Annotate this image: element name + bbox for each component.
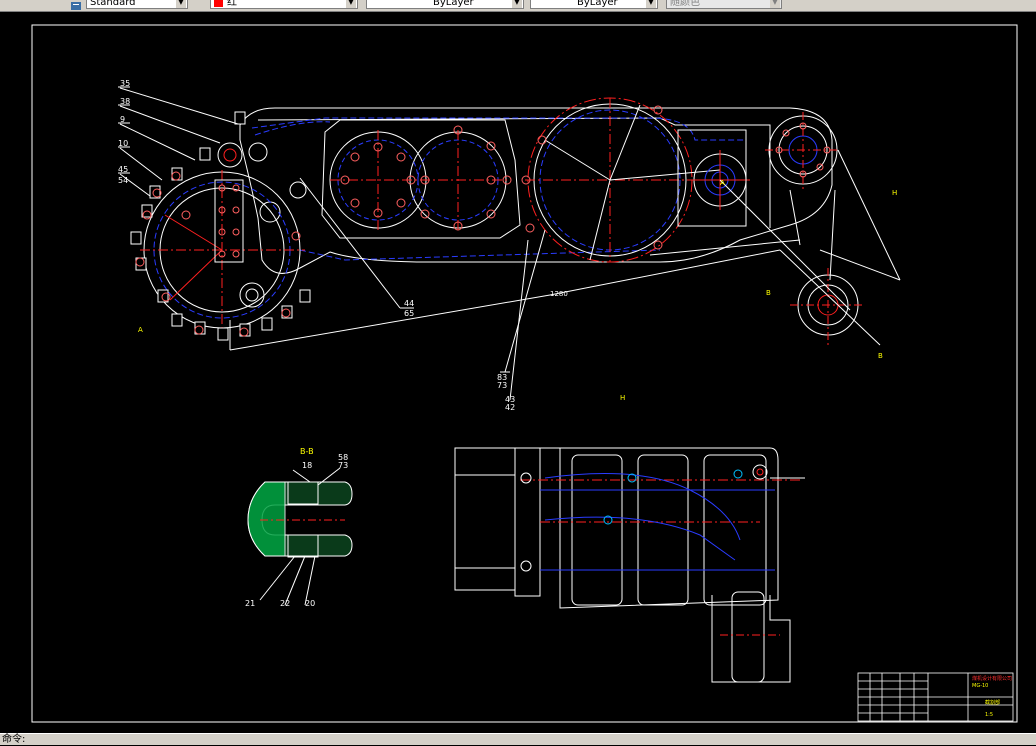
title-company: 煤机设计有限公司 <box>972 675 1012 682</box>
callout-20: 20 <box>305 599 315 608</box>
callout-45: 45 <box>118 165 128 174</box>
callout-35: 35 <box>120 79 130 88</box>
callout-44: 44 <box>404 299 414 308</box>
command-line[interactable]: 命令: <box>0 733 1036 745</box>
view-label-h-top: H <box>892 189 897 197</box>
section-label: B-B <box>300 447 314 456</box>
chevron-down-icon: ▼ <box>512 0 522 8</box>
linetype-value: ByLayer <box>433 0 474 8</box>
label-a: A <box>720 179 725 187</box>
color-swatch <box>214 0 223 7</box>
plot-style-value: 随颜色 <box>670 0 700 8</box>
callout-21: 21 <box>245 599 255 608</box>
callout-9: 9 <box>120 115 125 124</box>
label-b: B <box>766 289 771 297</box>
callout-38: 38 <box>120 97 130 106</box>
callout-65: 65 <box>404 309 414 318</box>
title-drawing-name: 截割部 <box>985 699 1000 706</box>
chevron-down-icon: ▼ <box>770 0 780 8</box>
plot-style-select[interactable]: 随颜色 ▼ <box>666 0 782 9</box>
properties-toolbar: Standard ▼ 红 ▼ ByLayer ▼ ByLayer ▼ 随颜色 ▼ <box>0 0 1036 12</box>
dimension-1280: 1280 <box>550 290 568 298</box>
lineweight-select[interactable]: ByLayer ▼ <box>530 0 658 9</box>
lineweight-value: ByLayer <box>577 0 618 8</box>
chevron-down-icon: ▼ <box>176 0 186 8</box>
text-style-value: Standard <box>90 0 136 8</box>
callout-73: 73 <box>497 381 507 390</box>
title-code: MG-10 <box>972 683 988 689</box>
callout-18: 18 <box>302 461 312 470</box>
chevron-down-icon: ▼ <box>346 0 356 8</box>
title-scale: 1:5 <box>985 712 993 718</box>
label-a-left: A <box>138 326 143 334</box>
chevron-down-icon: ▼ <box>646 0 656 8</box>
color-value: 红 <box>227 0 237 8</box>
cad-drawing[interactable]: 35 38 9 10 45 54 44 65 83 73 43 42 A A B… <box>0 12 1036 732</box>
callout-42: 42 <box>505 403 515 412</box>
callout-10: 10 <box>118 139 128 148</box>
label-b-right: B <box>878 352 883 360</box>
linetype-select[interactable]: ByLayer ▼ <box>366 0 524 9</box>
drawing-canvas[interactable]: 35 38 9 10 45 54 44 65 83 73 43 42 A A B… <box>0 12 1036 732</box>
text-style-select[interactable]: Standard ▼ <box>86 0 188 9</box>
text-style-icon <box>70 0 82 10</box>
color-select[interactable]: 红 ▼ <box>210 0 358 9</box>
callout-22: 22 <box>280 599 290 608</box>
callout-54: 54 <box>118 176 128 185</box>
command-prompt: 命令: <box>2 734 26 745</box>
view-label-h: H <box>620 394 625 402</box>
callout-73b: 73 <box>338 461 348 470</box>
